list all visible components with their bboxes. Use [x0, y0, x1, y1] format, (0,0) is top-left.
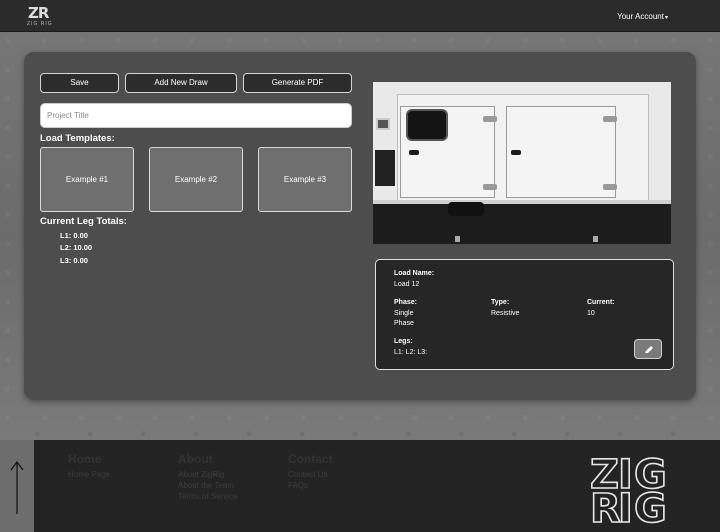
template-example-3[interactable]: Example #3: [258, 147, 352, 212]
template-example-1[interactable]: Example #1: [40, 147, 134, 212]
leg-totals-heading: Current Leg Totals:: [40, 216, 127, 227]
door-handle: [409, 150, 419, 155]
generator-door-right: [506, 106, 616, 198]
type-value: Resistive: [491, 310, 520, 317]
base-tag: [455, 236, 460, 242]
edit-load-button[interactable]: [634, 339, 662, 359]
top-navigation-bar: ZR ZIG RIG Your Account▾: [0, 0, 720, 32]
door-hinge: [483, 116, 497, 122]
legs-label: Legs:: [394, 338, 413, 345]
generator-control-panel: [375, 150, 395, 186]
load-templates-heading: Load Templates:: [40, 133, 115, 144]
project-title-input[interactable]: [40, 103, 352, 128]
arrow-up-icon: [10, 461, 24, 514]
phase-label: Phase:: [394, 299, 417, 306]
generator-switch: [376, 118, 390, 130]
generator-foot: [448, 202, 484, 216]
door-handle: [511, 150, 521, 155]
add-new-draw-button[interactable]: Add New Draw: [125, 73, 237, 93]
footer-link-terms[interactable]: Terms of Service: [178, 492, 238, 501]
leg-total-l2: L2: 10.00: [60, 243, 93, 252]
generator-base: [373, 204, 671, 244]
logo-letter: G: [633, 486, 667, 532]
door-hinge: [603, 184, 617, 190]
template-example-2[interactable]: Example #2: [149, 147, 243, 212]
footer-link-home-page[interactable]: Home Page: [68, 470, 110, 479]
footer-home-heading: Home: [68, 452, 102, 466]
footer-contact-heading: Contact: [288, 452, 333, 466]
footer-link-faqs[interactable]: FAQs: [288, 481, 308, 490]
account-menu[interactable]: Your Account▾: [617, 12, 668, 21]
type-label: Type:: [491, 299, 510, 306]
load-detail-card: Load Name: Load 12 Phase: Single Phase T…: [375, 259, 674, 370]
current-value: 10: [587, 310, 595, 317]
door-hinge: [603, 116, 617, 122]
leg-total-l3: L3: 0.00: [60, 256, 88, 265]
footer-about-heading: About: [178, 452, 213, 466]
back-to-top-button[interactable]: [0, 440, 34, 532]
logo-letter: I: [617, 486, 633, 532]
logo-subtext: ZIG RIG: [27, 21, 53, 27]
footer-link-about-team[interactable]: About the Team: [178, 481, 234, 490]
leg-total-l1: L1: 0.00: [60, 231, 88, 240]
account-label: Your Account: [617, 12, 664, 21]
phase-value-line-2: Phase: [394, 320, 414, 327]
caret-down-icon: ▾: [664, 15, 668, 21]
door-hinge: [483, 184, 497, 190]
generate-pdf-button[interactable]: Generate PDF: [243, 73, 352, 93]
generator-image: [373, 82, 671, 244]
footer-link-about-zigrig[interactable]: About ZigRig: [178, 470, 224, 479]
footer-link-contact-us[interactable]: Contact Us: [288, 470, 328, 479]
load-name-value: Load 12: [394, 281, 420, 288]
pencil-icon: [645, 346, 653, 353]
zigrig-footer-logo: Z I G R I G: [589, 454, 667, 532]
legs-value: L1: L2: L3:: [394, 349, 428, 356]
save-button[interactable]: Save: [40, 73, 119, 93]
phase-value-line-1: Single: [394, 310, 414, 317]
logo-mark: ZR: [28, 4, 49, 22]
zigrig-logo[interactable]: ZR ZIG RIG: [27, 4, 53, 28]
load-name-label: Load Name:: [394, 270, 435, 277]
current-label: Current:: [587, 299, 615, 306]
base-tag: [593, 236, 598, 242]
generator-window: [406, 109, 448, 141]
logo-letter: R: [589, 486, 621, 532]
